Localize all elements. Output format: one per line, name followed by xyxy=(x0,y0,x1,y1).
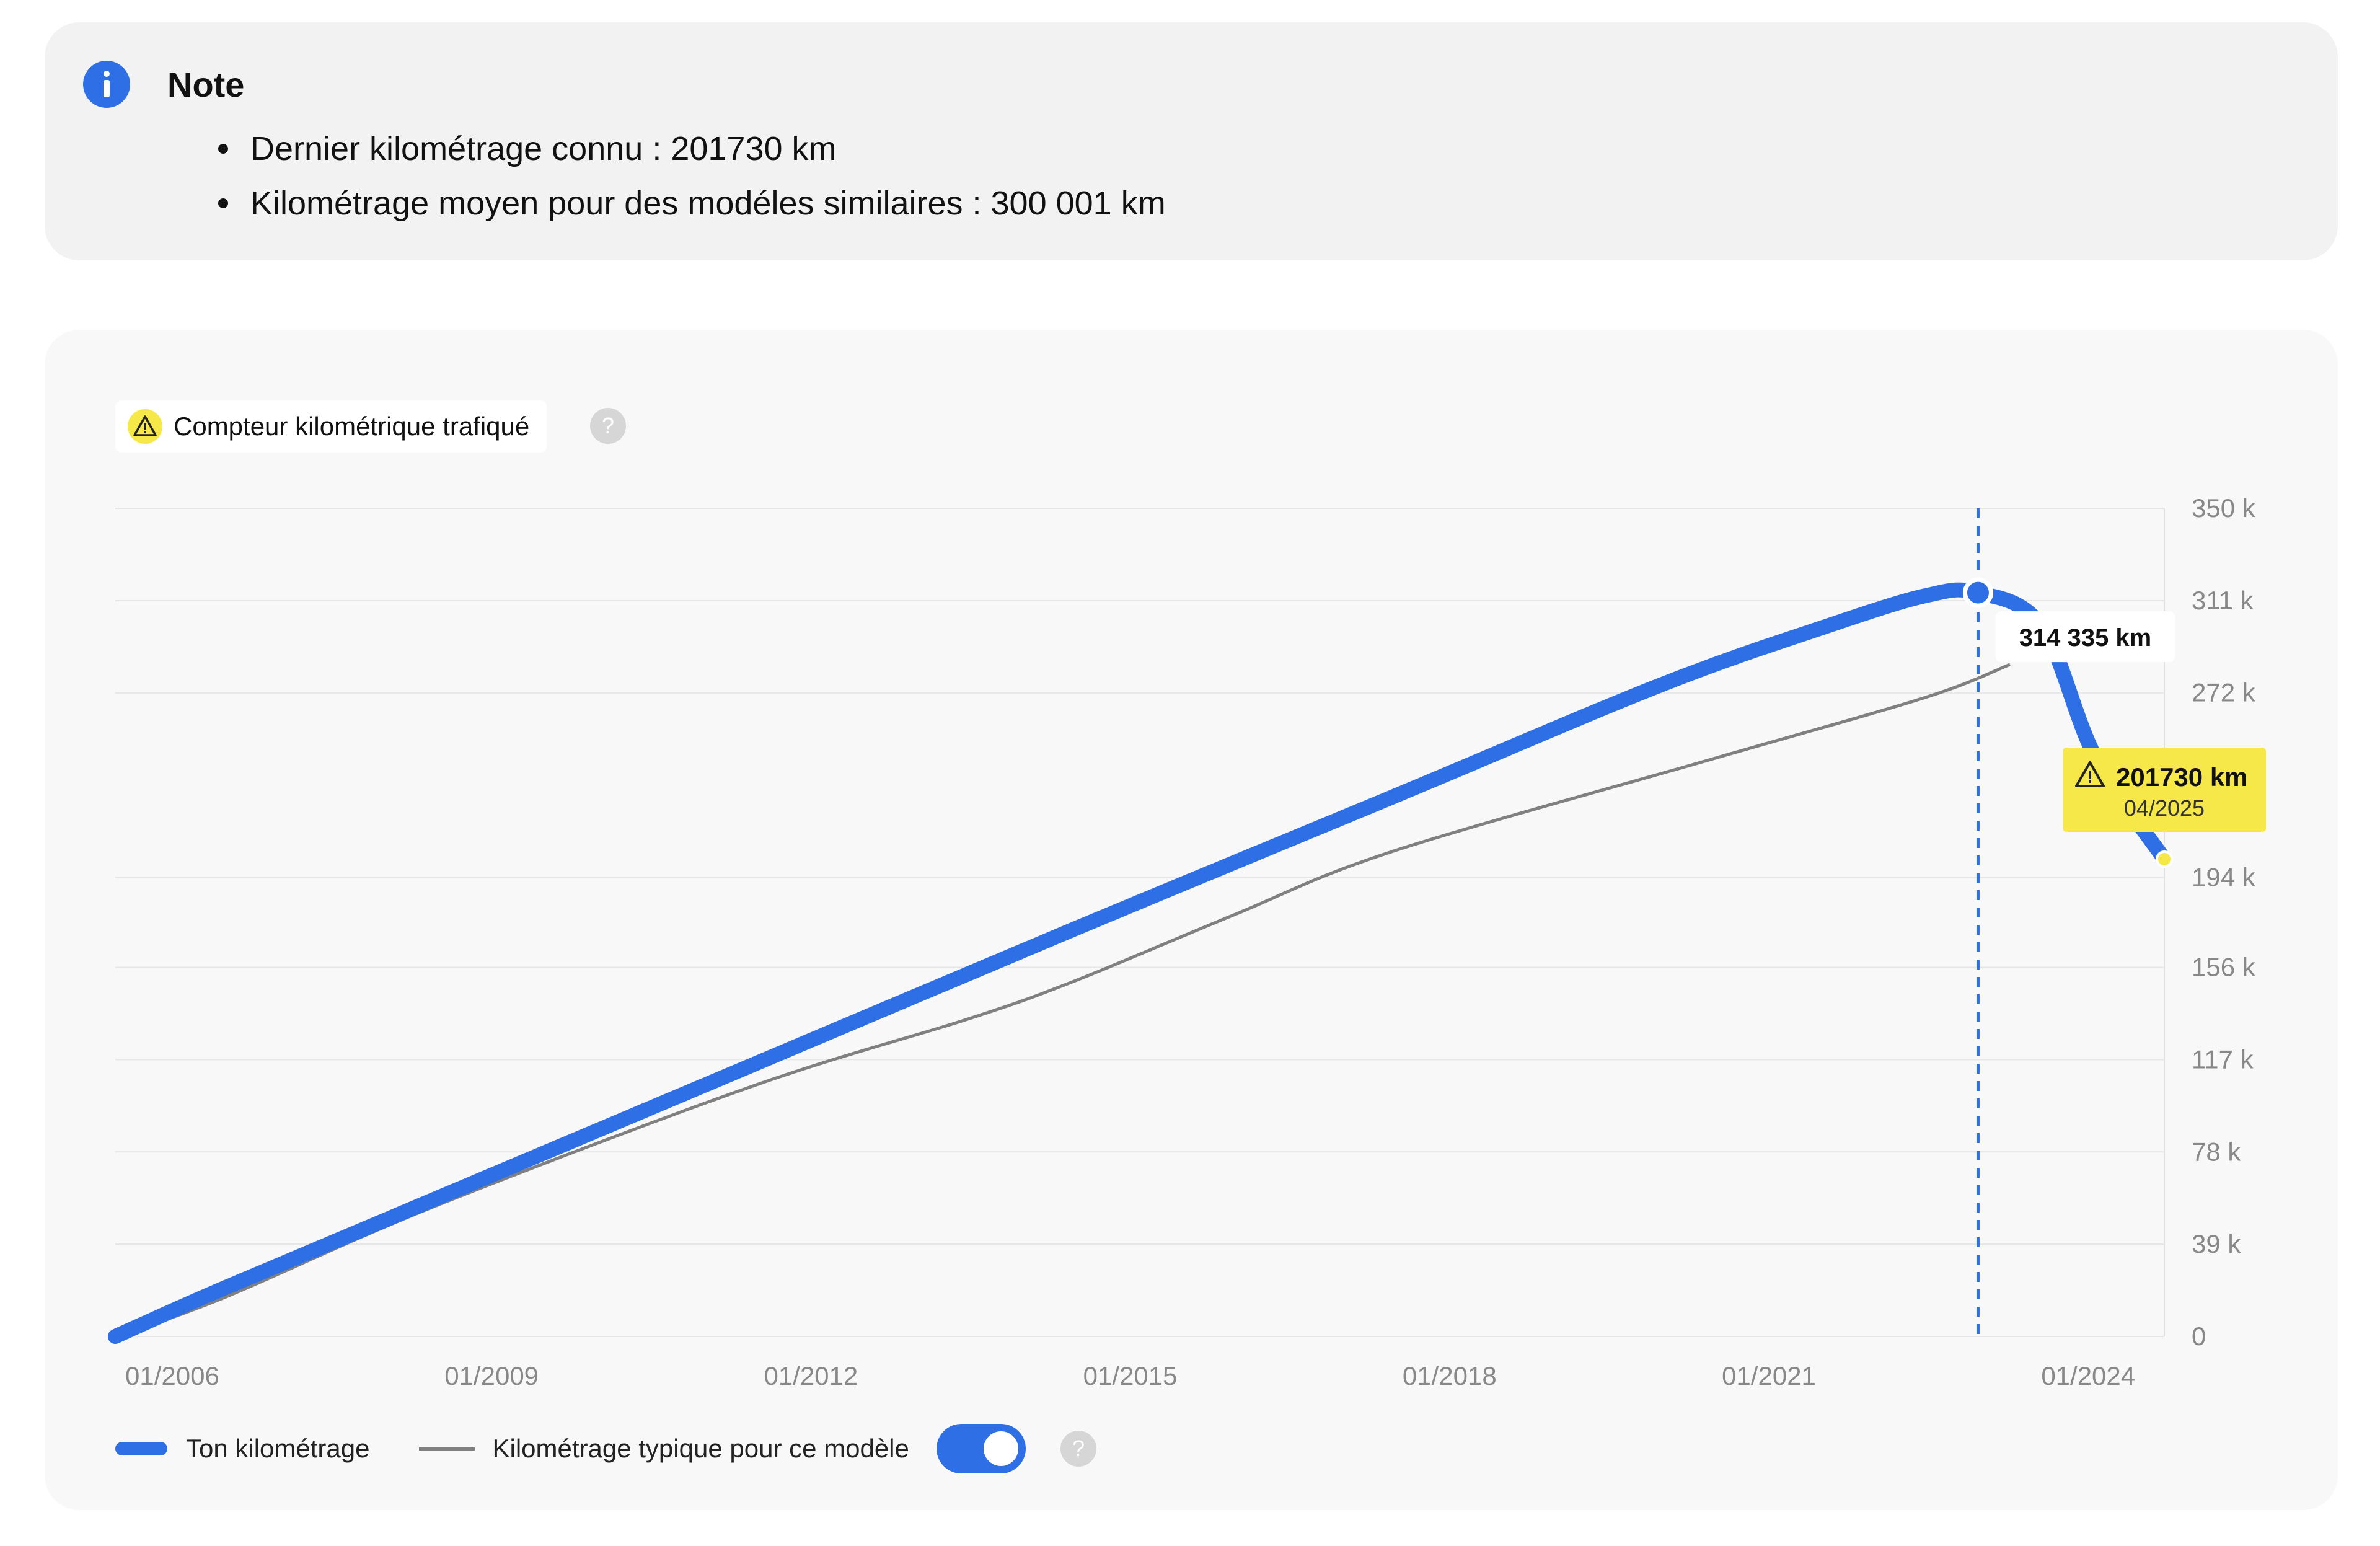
x-tick-label: 01/2015 xyxy=(1083,1361,1178,1390)
note-panel: Note Dernier kilométrage connu : 201730 … xyxy=(45,22,2338,260)
y-tick-label: 350 k xyxy=(2192,493,2256,523)
x-tick-label: 01/2009 xyxy=(444,1361,539,1390)
list-item: Dernier kilométrage connu : 201730 km xyxy=(167,121,1166,176)
note-list: Dernier kilométrage connu : 201730 km Ki… xyxy=(167,121,1166,231)
bullet xyxy=(218,144,228,154)
help-icon[interactable]: ? xyxy=(1060,1431,1096,1467)
legend-swatch-typical xyxy=(419,1447,475,1451)
series-typical-mileage-line xyxy=(115,663,2011,1338)
y-tick-label: 272 k xyxy=(2192,678,2256,707)
legend-label-user: Ton kilométrage xyxy=(186,1434,370,1463)
hover-tooltip: 314 335 km xyxy=(1995,611,2175,663)
average-mileage-text: Kilométrage moyen pour des modéles simil… xyxy=(250,185,1166,222)
mileage-chart: 039 k78 k117 k156 k194 k272 k311 k350 k … xyxy=(108,493,2266,1390)
x-tick-label: 01/2012 xyxy=(764,1361,858,1390)
y-tick-label: 194 k xyxy=(2192,862,2256,891)
toggle-knob xyxy=(983,1431,1018,1466)
typical-mileage-toggle[interactable] xyxy=(936,1424,1026,1473)
chart-legend: Ton kilométrage Kilométrage typique pour… xyxy=(115,1421,1096,1477)
chart-card: Compteur kilométrique trafiqué ? 0 39 k 78… xyxy=(45,330,2338,1510)
y-tick-label: 156 k xyxy=(2192,953,2256,982)
y-tick-label: 117 k xyxy=(2192,1045,2254,1074)
x-tick-label: 01/2006 xyxy=(125,1361,219,1390)
flag-date: 04/2025 xyxy=(2124,795,2205,821)
list-item: Kilométrage moyen pour des modéles simil… xyxy=(167,176,1166,231)
tooltip-value: 314 335 km xyxy=(2019,624,2152,652)
y-tick-label: 39 k xyxy=(2192,1229,2241,1258)
legend-label-typical: Kilométrage typique pour ce modèle xyxy=(492,1434,909,1463)
x-axis-labels: 01/2006 01/2009 01/2012 01/2015 01/2018 01/20… xyxy=(125,1361,2135,1390)
svg-text:?: ? xyxy=(1072,1436,1085,1461)
y-axis-labels: 0 39 k 78 k 117 k 156 k 194 k 272 k 311 k 350 k xyxy=(2192,493,2256,1351)
x-tick-label: 01/2024 xyxy=(2041,1361,2135,1390)
y-tick-label: 78 k xyxy=(2192,1137,2241,1166)
x-tick-label: 01/2018 xyxy=(1403,1361,1497,1390)
y-tick-label: 311 k xyxy=(2192,586,2254,615)
bullet xyxy=(218,198,228,208)
x-tick-label: 01/2021 xyxy=(1722,1361,1816,1390)
tampered-reading-flag: 201730 km 04/2025 xyxy=(2063,747,2266,832)
flag-value: 201730 km xyxy=(2116,762,2248,792)
y-tick-label: 0 xyxy=(2192,1322,2206,1351)
series-user-mileage-line xyxy=(108,582,2172,1344)
legend-swatch-user xyxy=(115,1442,167,1455)
info-icon xyxy=(83,61,130,108)
note-title: Note xyxy=(167,65,245,104)
last-mileage-text: Dernier kilométrage connu : 201730 km xyxy=(250,130,837,167)
last-reading-point xyxy=(2156,850,2173,868)
hover-marker-point[interactable] xyxy=(1962,577,1993,608)
